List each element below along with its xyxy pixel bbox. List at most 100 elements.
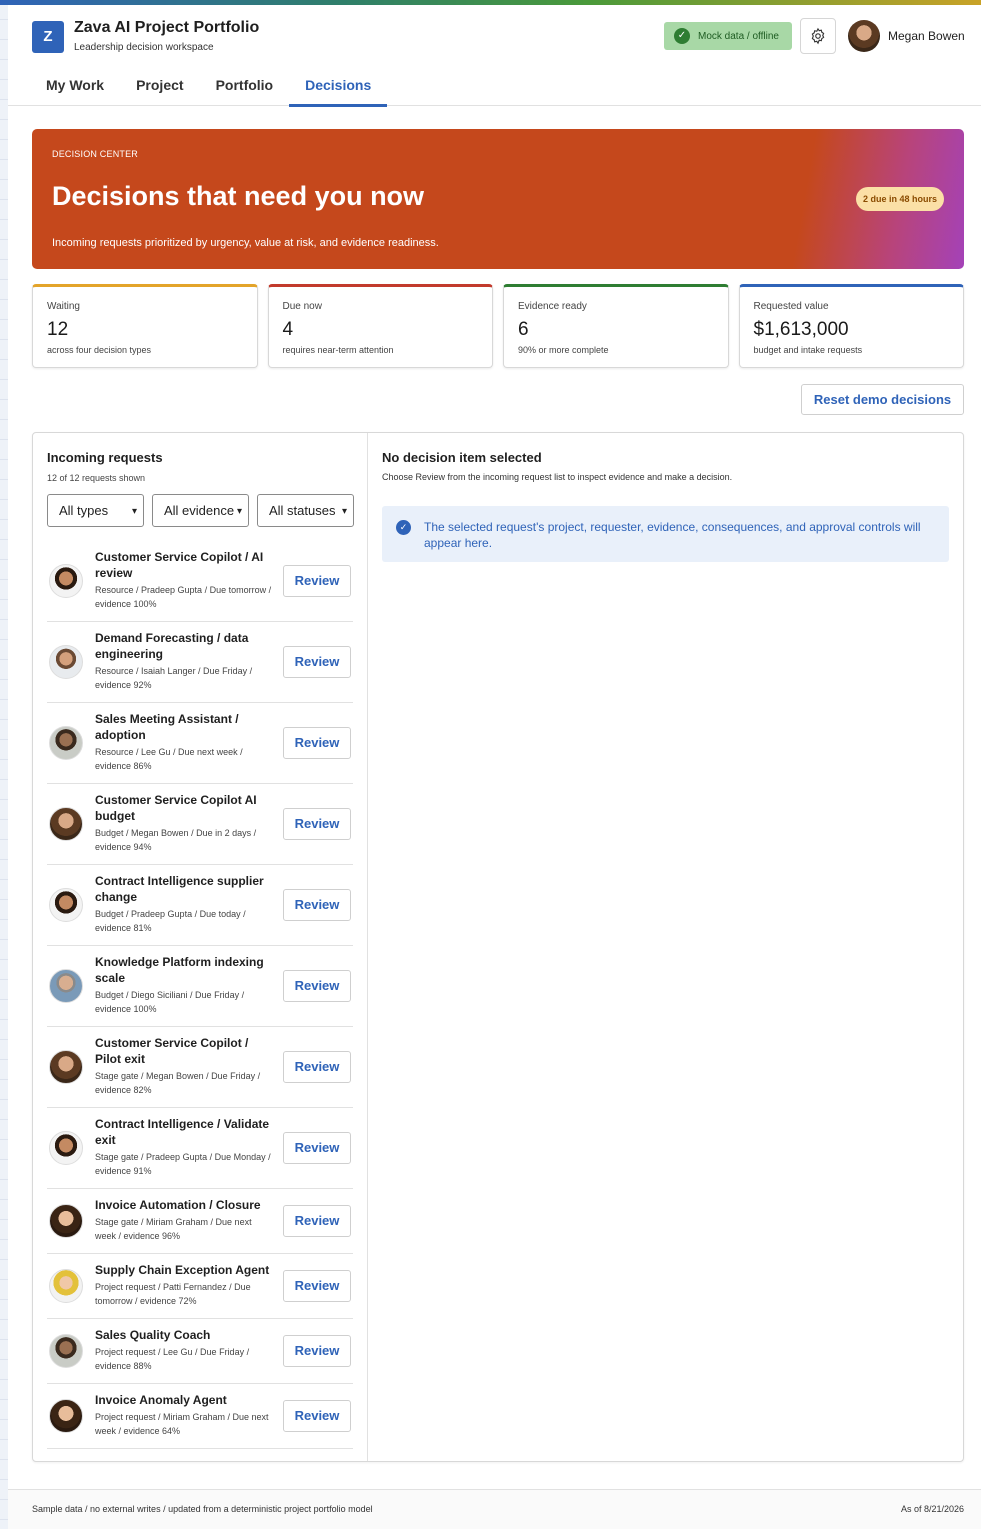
gear-icon xyxy=(811,27,825,45)
request-title: Sales Quality Coach xyxy=(95,1328,211,1342)
request-title: Customer Service Copilot / AI review xyxy=(95,550,264,580)
user-avatar[interactable] xyxy=(848,20,880,52)
request-meta: Stage gate / Miriam Graham / Due next we… xyxy=(95,1217,252,1241)
requester-avatar xyxy=(49,1334,83,1368)
request-item: Contract Intelligence supplier change Bu… xyxy=(47,865,353,946)
request-item: Customer Service Copilot AI budget Budge… xyxy=(47,784,353,865)
request-meta: Stage gate / Megan Bowen / Due Friday / … xyxy=(95,1071,261,1095)
request-meta: Project request / Patti Fernandez / Due … xyxy=(95,1282,251,1306)
app-header: Z Zava AI Project Portfolio Leadership d… xyxy=(8,5,981,107)
review-button[interactable]: Review xyxy=(283,1270,351,1302)
request-item: Invoice Automation / Closure Stage gate … xyxy=(47,1189,353,1254)
requester-avatar xyxy=(49,969,83,1003)
metric-label: Evidence ready xyxy=(518,301,587,312)
decisions-panel: Incoming requests 12 of 12 requests show… xyxy=(32,432,964,1462)
request-item: Customer Service Copilot / Pilot exit St… xyxy=(47,1027,353,1108)
request-list: Customer Service Copilot / AI review Res… xyxy=(47,541,353,1449)
request-meta: Budget / Megan Bowen / Due in 2 days / e… xyxy=(95,828,257,852)
app-title: Zava AI Project Portfolio xyxy=(74,19,260,36)
status-filter-select[interactable]: All statuses ▾ xyxy=(257,494,354,527)
review-button[interactable]: Review xyxy=(283,1205,351,1237)
detail-title: No decision item selected xyxy=(382,450,542,465)
requester-avatar xyxy=(49,645,83,679)
review-button[interactable]: Review xyxy=(283,808,351,840)
review-button[interactable]: Review xyxy=(283,565,351,597)
review-button[interactable]: Review xyxy=(283,1400,351,1432)
chevron-down-icon: ▾ xyxy=(131,506,137,517)
review-button[interactable]: Review xyxy=(283,970,351,1002)
main-tabs: My Work Project Portfolio Decisions xyxy=(30,65,388,107)
metric-subtext: requires near-term attention xyxy=(282,345,394,355)
requester-avatar xyxy=(49,1269,83,1303)
review-button[interactable]: Review xyxy=(283,1051,351,1083)
hero-description: Incoming requests prioritized by urgency… xyxy=(52,237,439,249)
tab-decisions[interactable]: Decisions xyxy=(289,65,388,107)
tab-portfolio[interactable]: Portfolio xyxy=(200,65,290,106)
chevron-down-icon: ▾ xyxy=(341,506,347,517)
due-soon-badge: 2 due in 48 hours xyxy=(855,187,944,211)
hero-kicker: DECISION CENTER xyxy=(52,149,139,159)
metric-value: 4 xyxy=(282,319,294,340)
request-title: Sales Meeting Assistant / adoption xyxy=(95,712,239,742)
request-meta: Budget / Pradeep Gupta / Due today / evi… xyxy=(95,909,246,933)
review-button[interactable]: Review xyxy=(283,646,351,678)
detail-info-text: The selected request's project, requeste… xyxy=(424,520,921,550)
metric-value: $1,613,000 xyxy=(753,319,849,340)
chevron-down-icon: ▾ xyxy=(236,506,242,517)
review-button[interactable]: Review xyxy=(283,1335,351,1367)
mock-data-badge: ✓ Mock data / offline xyxy=(664,22,792,50)
metric-value: 12 xyxy=(47,319,69,340)
request-item: Invoice Anomaly Agent Project request / … xyxy=(47,1384,353,1449)
review-button[interactable]: Review xyxy=(283,727,351,759)
tab-project[interactable]: Project xyxy=(120,65,199,106)
incoming-requests-column: Incoming requests 12 of 12 requests show… xyxy=(33,433,368,1461)
request-title: Customer Service Copilot AI budget xyxy=(95,793,257,823)
mock-data-label: Mock data / offline xyxy=(698,30,779,42)
settings-button[interactable] xyxy=(800,18,836,54)
request-item: Sales Meeting Assistant / adoption Resou… xyxy=(47,703,353,784)
check-circle-icon: ✓ xyxy=(396,520,411,535)
request-title: Supply Chain Exception Agent xyxy=(95,1263,270,1277)
request-meta: Resource / Pradeep Gupta / Due tomorrow … xyxy=(95,585,272,609)
request-title: Invoice Anomaly Agent xyxy=(95,1393,227,1407)
detail-info-message: ✓ The selected request's project, reques… xyxy=(382,506,949,562)
metric-subtext: budget and intake requests xyxy=(753,345,863,355)
decision-detail-column: No decision item selected Choose Review … xyxy=(368,433,963,1461)
decision-center-hero: DECISION CENTER Decisions that need you … xyxy=(32,129,964,269)
request-meta: Resource / Lee Gu / Due next week / evid… xyxy=(95,747,243,771)
request-meta: Resource / Isaiah Langer / Due Friday / … xyxy=(95,666,253,690)
type-filter-select[interactable]: All types ▾ xyxy=(47,494,144,527)
tab-my-work[interactable]: My Work xyxy=(30,65,120,106)
metric-card-evidence-ready: Evidence ready 6 90% or more complete xyxy=(503,284,729,368)
request-meta: Project request / Miriam Graham / Due ne… xyxy=(95,1412,269,1436)
review-button[interactable]: Review xyxy=(283,1132,351,1164)
metric-value: 6 xyxy=(518,319,529,340)
status-filter-value: All statuses xyxy=(269,503,336,518)
app-subtitle: Leadership decision workspace xyxy=(74,42,214,53)
metric-card-requested-value: Requested value $1,613,000 budget and in… xyxy=(738,284,964,368)
check-icon: ✓ xyxy=(674,28,690,44)
request-title: Invoice Automation / Closure xyxy=(95,1198,261,1212)
detail-description: Choose Review from the incoming request … xyxy=(382,472,733,482)
left-edge-strip xyxy=(0,0,8,1529)
metric-card-waiting: Waiting 12 across four decision types xyxy=(32,284,258,368)
app-window: Z Zava AI Project Portfolio Leadership d… xyxy=(8,5,981,1529)
requests-title: Incoming requests xyxy=(47,450,163,465)
reset-demo-decisions-button[interactable]: Reset demo decisions xyxy=(801,384,964,415)
as-of-date: As of 8/21/2026 xyxy=(900,1504,964,1514)
requester-avatar xyxy=(49,726,83,760)
requester-avatar xyxy=(49,807,83,841)
evidence-filter-value: All evidence xyxy=(164,503,235,518)
metric-label: Due now xyxy=(282,301,322,312)
metric-card-due-now: Due now 4 requires near-term attention xyxy=(267,284,493,368)
request-meta: Budget / Diego Siciliani / Due Friday / … xyxy=(95,990,245,1014)
request-item: Customer Service Copilot / AI review Res… xyxy=(47,541,353,622)
review-button[interactable]: Review xyxy=(283,889,351,921)
requester-avatar xyxy=(49,1131,83,1165)
request-title: Demand Forecasting / data engineering xyxy=(95,631,249,661)
hero-title: Decisions that need you now xyxy=(52,181,425,211)
request-item: Contract Intelligence / Validate exit St… xyxy=(47,1108,353,1189)
user-name[interactable]: Megan Bowen xyxy=(888,29,965,43)
evidence-filter-select[interactable]: All evidence ▾ xyxy=(152,494,249,527)
metric-subtext: across four decision types xyxy=(47,345,152,355)
